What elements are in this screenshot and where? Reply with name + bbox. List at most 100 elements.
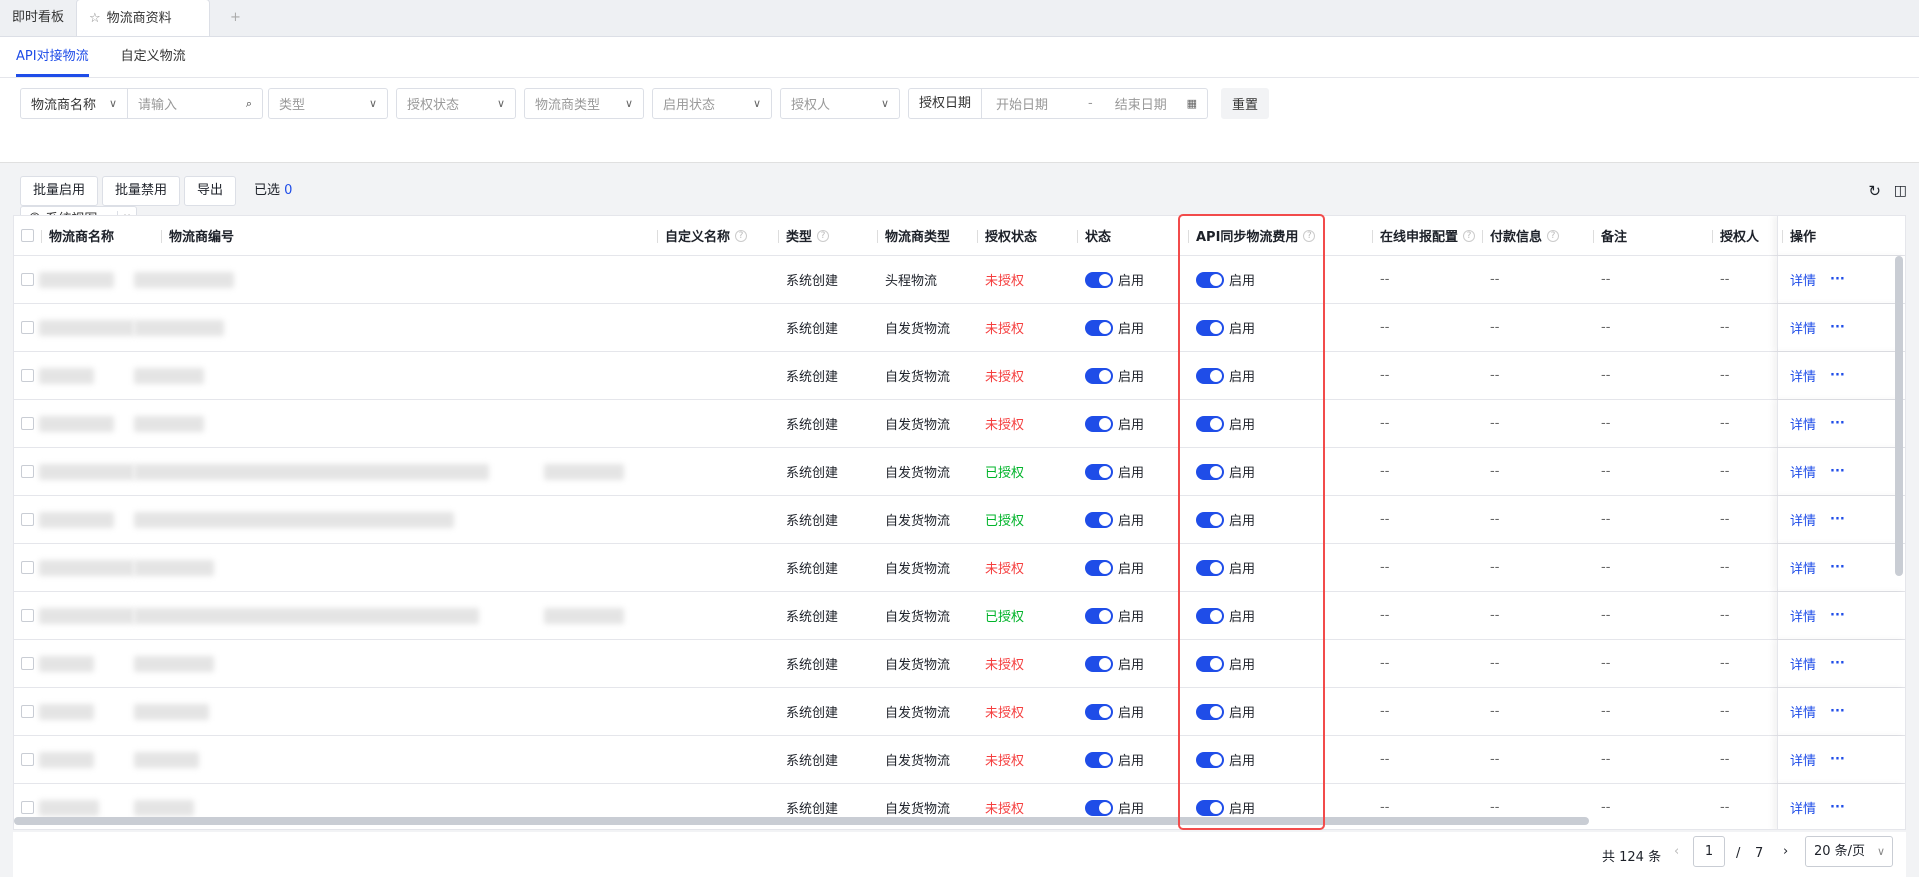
refresh-icon[interactable]: ↻ — [1868, 176, 1881, 206]
api-sync-toggle[interactable] — [1196, 463, 1224, 480]
reset-button[interactable]: 重置 — [1221, 88, 1269, 119]
calendar-icon[interactable]: ▦ — [1187, 97, 1197, 110]
detail-link[interactable]: 详情 — [1790, 592, 1816, 639]
row-checkbox[interactable] — [21, 592, 34, 639]
pin-icon[interactable]: ☆ — [89, 11, 101, 26]
page-input[interactable]: 1 — [1693, 836, 1725, 867]
more-icon[interactable]: ··· — [1830, 688, 1845, 735]
auth-status-select[interactable]: 授权状态 ∨ — [396, 88, 516, 119]
auth-status-cell: 未授权 — [985, 754, 1025, 769]
detail-link[interactable]: 详情 — [1790, 352, 1816, 399]
page-size-select[interactable]: 20 条/页 ∨ — [1805, 836, 1893, 867]
search-input[interactable]: 请输入 ⌕ — [127, 88, 263, 119]
status-cell: 启用 — [1085, 592, 1144, 639]
prev-page-button[interactable]: ‹ — [1674, 844, 1679, 859]
status-toggle[interactable] — [1085, 703, 1113, 720]
help-icon[interactable]: ? — [817, 229, 830, 242]
row-checkbox[interactable] — [21, 256, 34, 303]
export-button[interactable]: 导出 — [184, 176, 237, 206]
help-icon[interactable]: ? — [1463, 229, 1476, 242]
row-checkbox[interactable] — [21, 496, 34, 543]
tab-custom-logistics[interactable]: 自定义物流 — [121, 37, 186, 77]
detail-link[interactable]: 详情 — [1790, 448, 1816, 495]
row-checkbox[interactable] — [21, 352, 34, 399]
row-checkbox[interactable] — [21, 400, 34, 447]
detail-link[interactable]: 详情 — [1790, 400, 1816, 447]
horizontal-scrollbar[interactable] — [14, 817, 1589, 825]
status-toggle[interactable] — [1085, 751, 1113, 768]
api-sync-toggle[interactable] — [1196, 751, 1224, 768]
help-icon[interactable]: ? — [1547, 229, 1560, 242]
more-icon[interactable]: ··· — [1830, 496, 1845, 543]
status-toggle[interactable] — [1085, 463, 1113, 480]
more-icon[interactable]: ··· — [1830, 544, 1845, 591]
start-date-input[interactable]: 开始日期 — [996, 94, 1048, 113]
detail-link[interactable]: 详情 — [1790, 304, 1816, 351]
col-authorizer: 授权人 — [1711, 216, 1759, 255]
detail-link[interactable]: 详情 — [1790, 256, 1816, 303]
more-icon[interactable]: ··· — [1830, 448, 1845, 495]
row-checkbox[interactable] — [21, 304, 34, 351]
detail-link[interactable]: 详情 — [1790, 544, 1816, 591]
detail-link[interactable]: 详情 — [1790, 496, 1816, 543]
field-select[interactable]: 物流商名称 ∨ — [20, 88, 128, 119]
status-toggle[interactable] — [1085, 367, 1113, 384]
more-icon[interactable]: ··· — [1830, 256, 1845, 303]
status-toggle[interactable] — [1085, 511, 1113, 528]
more-icon[interactable]: ··· — [1830, 304, 1845, 351]
next-page-button[interactable]: › — [1783, 844, 1788, 859]
more-icon[interactable]: ··· — [1830, 400, 1845, 447]
help-icon[interactable]: ? — [1303, 229, 1316, 242]
row-checkbox[interactable] — [21, 688, 34, 735]
batch-disable-button[interactable]: 批量禁用 — [102, 176, 181, 206]
code-cell-redacted — [134, 544, 214, 591]
status-toggle[interactable] — [1085, 415, 1113, 432]
more-icon[interactable]: ··· — [1830, 784, 1845, 829]
more-icon[interactable]: ··· — [1830, 736, 1845, 783]
api-sync-toggle[interactable] — [1196, 319, 1224, 336]
search-icon[interactable]: ⌕ — [246, 97, 252, 111]
detail-link[interactable]: 详情 — [1790, 688, 1816, 735]
status-toggle[interactable] — [1085, 559, 1113, 576]
api-sync-toggle[interactable] — [1196, 271, 1224, 288]
row-checkbox[interactable] — [21, 736, 34, 783]
more-icon[interactable]: ··· — [1830, 592, 1845, 639]
enable-status-select[interactable]: 启用状态 ∨ — [652, 88, 772, 119]
authorizer-select[interactable]: 授权人 ∨ — [780, 88, 900, 119]
help-icon[interactable]: ? — [735, 229, 748, 242]
row-checkbox[interactable] — [21, 640, 34, 687]
api-sync-toggle[interactable] — [1196, 415, 1224, 432]
add-tab-button[interactable]: + — [210, 0, 261, 36]
api-sync-toggle[interactable] — [1196, 511, 1224, 528]
tab-dashboard[interactable]: 即时看板 — [0, 0, 76, 36]
detail-link[interactable]: 详情 — [1790, 640, 1816, 687]
status-toggle[interactable] — [1085, 271, 1113, 288]
detail-link[interactable]: 详情 — [1790, 784, 1816, 829]
status-toggle[interactable] — [1085, 319, 1113, 336]
more-icon[interactable]: ··· — [1830, 352, 1845, 399]
status-toggle[interactable] — [1085, 607, 1113, 624]
api-sync-toggle[interactable] — [1196, 367, 1224, 384]
api-sync-toggle[interactable] — [1196, 655, 1224, 672]
type-select[interactable]: 类型 ∨ — [268, 88, 388, 119]
tab-logistics-profile[interactable]: ☆ 物流商资料 — [76, 0, 211, 36]
api-sync-toggle[interactable] — [1196, 559, 1224, 576]
status-toggle[interactable] — [1085, 799, 1113, 816]
end-date-input[interactable]: 结束日期 — [1115, 94, 1167, 113]
api-sync-toggle[interactable] — [1196, 799, 1224, 816]
status-toggle[interactable] — [1085, 655, 1113, 672]
more-icon[interactable]: ··· — [1830, 640, 1845, 687]
logistics-type-select[interactable]: 物流商类型 ∨ — [524, 88, 644, 119]
row-checkbox[interactable] — [21, 448, 34, 495]
select-all-checkbox[interactable] — [21, 216, 34, 255]
api-sync-toggle[interactable] — [1196, 703, 1224, 720]
vertical-scrollbar[interactable] — [1895, 256, 1903, 576]
auth-date-range[interactable]: 授权日期 开始日期 - 结束日期 ▦ — [908, 88, 1208, 119]
row-checkbox[interactable] — [21, 544, 34, 591]
table-row: 系统创建 自发货物流 未授权 启用 启用 -- -- -- -- 详情 ··· — [14, 352, 1905, 400]
detail-link[interactable]: 详情 — [1790, 736, 1816, 783]
tab-api-logistics[interactable]: API对接物流 — [16, 37, 89, 77]
api-sync-toggle[interactable] — [1196, 607, 1224, 624]
columns-icon[interactable]: ◫ — [1894, 176, 1907, 206]
batch-enable-button[interactable]: 批量启用 — [20, 176, 99, 206]
